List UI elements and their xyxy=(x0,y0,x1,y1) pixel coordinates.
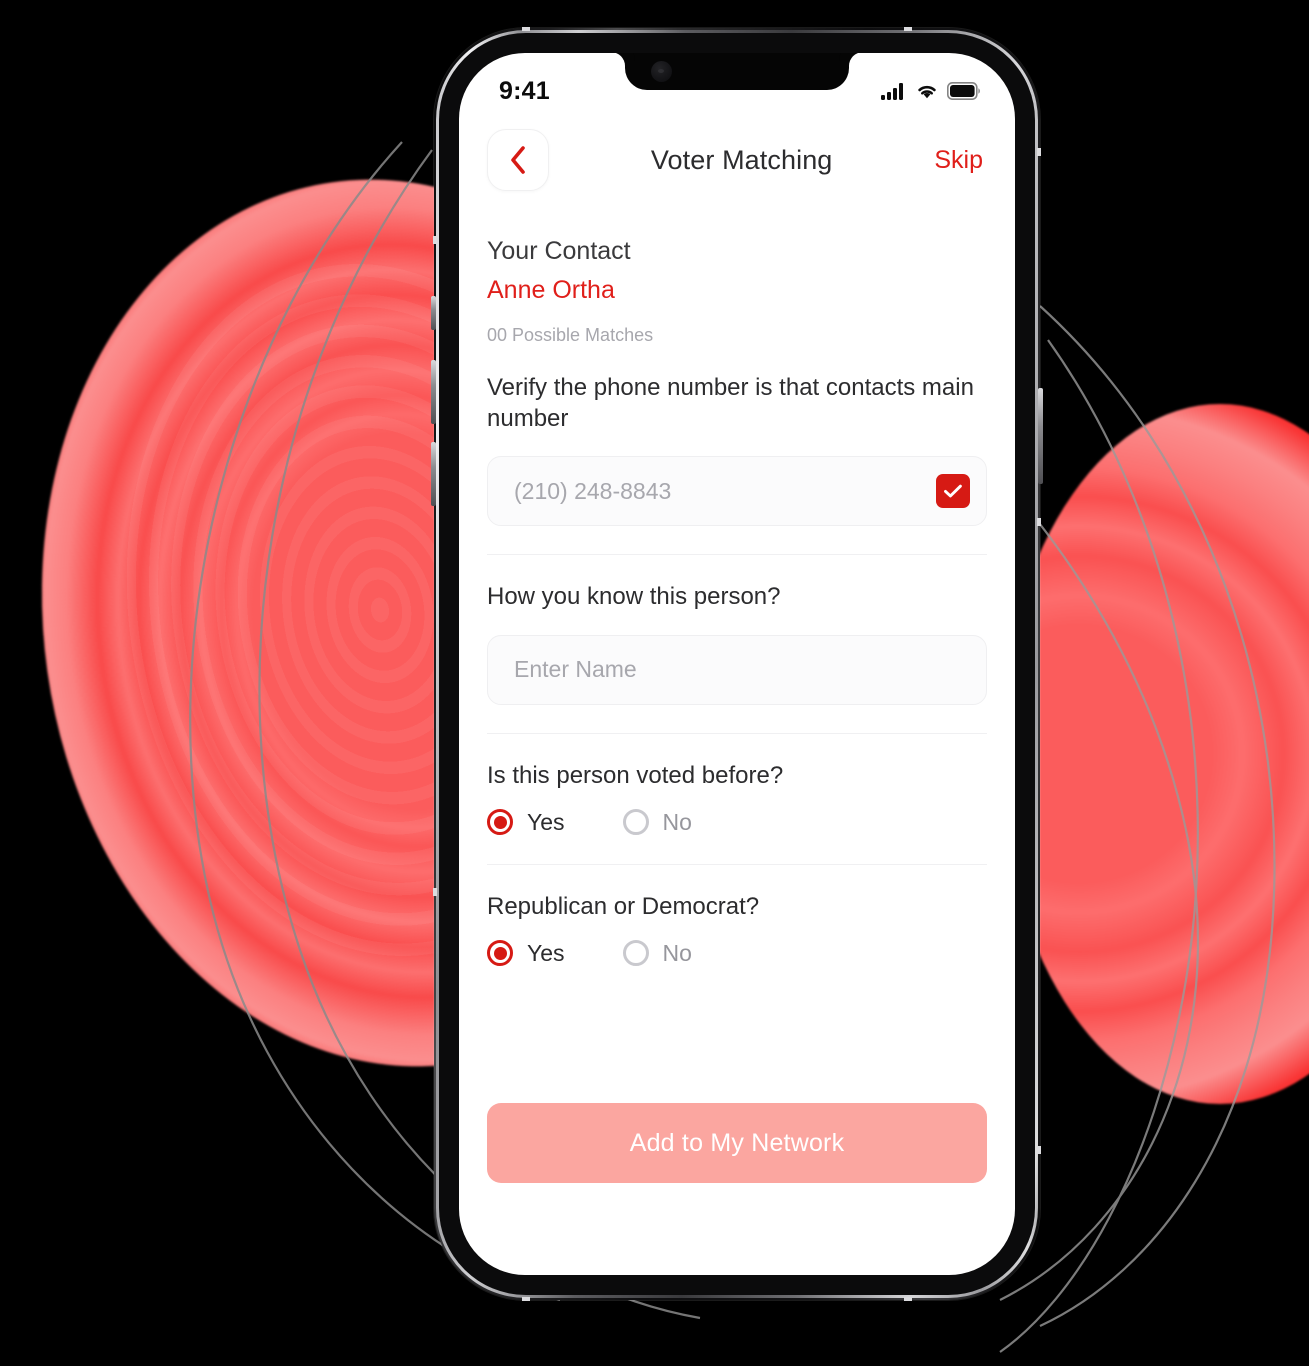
phone-verified-checkbox[interactable] xyxy=(936,474,970,509)
phone-mute-switch[interactable] xyxy=(431,296,436,330)
nav-bar: Voter Matching Skip xyxy=(459,115,1015,199)
phone-volume-up-button[interactable] xyxy=(431,360,436,424)
screenshot-stage: 9:41 Voter Matching Skip Your Contact An… xyxy=(0,0,1309,1366)
section-divider xyxy=(487,554,987,556)
contact-section-label: Your Contact xyxy=(487,237,631,265)
frame-antenna-seam xyxy=(904,27,912,31)
page-title: Voter Matching xyxy=(650,144,833,175)
phone-verify-question: Verify the phone number is that contacts… xyxy=(487,374,974,433)
chevron-left-icon xyxy=(511,146,525,174)
phone-number-input[interactable] xyxy=(514,477,936,505)
phone-power-button[interactable] xyxy=(1038,388,1043,484)
frame-antenna-seam xyxy=(1037,518,1041,526)
wifi-icon xyxy=(918,85,936,99)
radio-label: No xyxy=(662,939,692,966)
phone-volume-down-button[interactable] xyxy=(431,442,436,506)
radio-option-yes[interactable]: Yes xyxy=(487,940,565,967)
frame-antenna-seam xyxy=(522,27,530,31)
radio-indicator-selected xyxy=(487,809,513,836)
phone-screen: 9:41 Voter Matching Skip Your Contact An… xyxy=(459,53,1015,1275)
relationship-field[interactable] xyxy=(487,634,987,705)
status-bar: 9:41 xyxy=(459,53,1015,115)
relationship-input[interactable] xyxy=(514,656,970,684)
skip-button[interactable]: Skip xyxy=(934,146,987,175)
relationship-question: How you know this person? xyxy=(487,583,781,611)
section-divider xyxy=(487,863,987,865)
radio-label: Yes xyxy=(527,808,565,835)
form-content: Your Contact Anne Ortha 00 Possible Matc… xyxy=(459,237,1015,967)
battery-full-icon xyxy=(947,82,980,100)
add-to-network-button[interactable]: Add to My Network xyxy=(487,1103,987,1183)
back-button[interactable] xyxy=(487,129,549,191)
radio-indicator-selected xyxy=(487,940,513,967)
party-question: Republican or Democrat? xyxy=(487,892,760,920)
frame-antenna-seam xyxy=(904,1297,912,1301)
radio-option-no[interactable]: No xyxy=(622,808,692,836)
party-options: Yes No xyxy=(487,940,987,967)
check-icon xyxy=(944,485,962,498)
radio-indicator xyxy=(622,940,649,967)
contact-name: Anne Ortha xyxy=(487,276,615,304)
frame-antenna-seam xyxy=(1037,148,1041,156)
frame-antenna-seam xyxy=(1037,1146,1041,1154)
possible-matches-count: 00 Possible Matches xyxy=(487,325,654,345)
radio-option-no[interactable]: No xyxy=(622,939,692,967)
frame-antenna-seam xyxy=(433,888,437,896)
status-bar-indicators xyxy=(881,82,981,100)
frame-antenna-seam xyxy=(433,236,437,244)
radio-question-block: Republican or Democrat? Yes No xyxy=(487,891,987,967)
voted-before-question: Is this person voted before? xyxy=(487,761,784,789)
section-divider xyxy=(487,732,987,734)
radio-label: Yes xyxy=(527,939,565,966)
cta-container: Add to My Network xyxy=(487,1103,987,1183)
phone-device-mockup: 9:41 Voter Matching Skip Your Contact An… xyxy=(431,27,1043,1301)
cellular-bars-icon xyxy=(881,83,903,100)
frame-antenna-seam xyxy=(522,1297,530,1301)
phone-number-field[interactable] xyxy=(487,456,987,527)
radio-option-yes[interactable]: Yes xyxy=(487,809,565,836)
radio-label: No xyxy=(662,808,692,835)
status-bar-time: 9:41 xyxy=(499,76,550,105)
voted-before-options: Yes No xyxy=(487,809,987,836)
radio-indicator xyxy=(622,809,649,836)
radio-question-block: Is this person voted before? Yes No xyxy=(487,760,987,836)
